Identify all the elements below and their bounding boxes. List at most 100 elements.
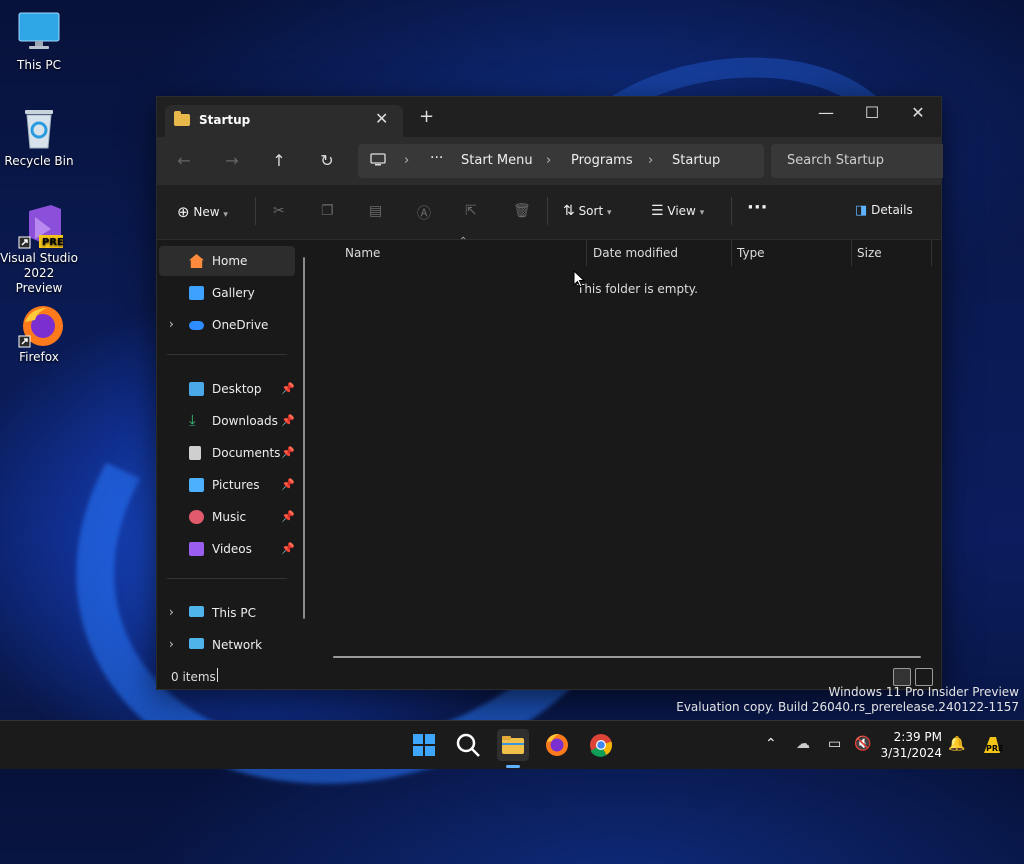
sidebar-item-documents[interactable]: Documents 📌 <box>159 438 295 468</box>
desktop-icon-label: Visual Studio 2022 Preview <box>0 251 78 295</box>
sidebar-item-videos[interactable]: Videos 📌 <box>159 534 295 564</box>
sidebar-item-gallery[interactable]: Gallery <box>159 278 295 308</box>
chrome-taskbar-button[interactable] <box>585 729 617 761</box>
pin-icon[interactable]: 📌 <box>281 382 295 395</box>
taskbar: ⌃ ☁ ▭ 🔇 2:39 PM 3/31/2024 🔔 PRE <box>0 720 1024 769</box>
sidebar-item-music[interactable]: Music 📌 <box>159 502 295 532</box>
onedrive-offline-icon[interactable]: ☁ <box>796 736 810 752</box>
column-header-type[interactable]: Type <box>737 246 765 260</box>
desktop-icon-label: Firefox <box>19 350 59 364</box>
close-tab-button[interactable]: ✕ <box>375 109 388 128</box>
firefox-taskbar-button[interactable] <box>541 729 573 761</box>
sidebar-item-desktop[interactable]: Desktop 📌 <box>159 374 295 404</box>
download-icon: ⤓ <box>189 411 196 429</box>
column-header-name[interactable]: Name <box>345 246 380 260</box>
chevron-right-icon[interactable]: › <box>169 605 174 619</box>
sort-ascending-icon: ⌃ <box>459 236 468 247</box>
cut-icon[interactable]: ✂ <box>273 203 285 219</box>
new-tab-button[interactable]: + <box>419 108 434 126</box>
pin-icon[interactable]: 📌 <box>281 478 295 491</box>
chevron-right-icon[interactable]: › <box>169 317 174 331</box>
chevron-right-icon: › <box>648 153 654 168</box>
network-status-icon[interactable]: ▭ <box>828 736 841 752</box>
desktop-icon-this-pc[interactable]: This PC <box>0 10 78 73</box>
tab-startup[interactable]: Startup ✕ <box>165 105 403 137</box>
search-input[interactable]: Search Startup <box>787 153 884 168</box>
chevron-up-icon[interactable]: ⌃ <box>765 736 777 752</box>
desktop-icon-visual-studio[interactable]: PRE Visual Studio 2022 Preview <box>0 203 78 296</box>
large-icons-view-button[interactable] <box>915 668 933 686</box>
details-view-button[interactable] <box>893 668 911 686</box>
view-button[interactable]: ☰ View ▾ <box>651 203 704 219</box>
item-count: 0 items <box>171 670 216 684</box>
divider <box>547 197 548 225</box>
delete-icon[interactable]: 🗑 <box>513 203 531 219</box>
sidebar-item-downloads[interactable]: ⤓ Downloads 📌 <box>159 406 295 436</box>
new-button[interactable]: ⊕ New ▾ <box>177 203 228 221</box>
clock[interactable]: 2:39 PM 3/31/2024 <box>876 729 942 761</box>
search-box[interactable]: Search Startup <box>771 144 943 178</box>
sidebar-item-this-pc[interactable]: › This PC <box>159 598 295 628</box>
details-button[interactable]: ◨ Details <box>855 203 913 218</box>
tab-title: Startup <box>199 113 251 127</box>
computer-icon <box>370 153 386 171</box>
copilot-preview-icon[interactable]: PRE <box>980 733 1004 757</box>
share-icon[interactable]: ⇱ <box>465 203 477 219</box>
desktop-icon-recycle-bin[interactable]: Recycle Bin <box>0 106 78 169</box>
up-button[interactable]: ↑ <box>268 151 290 170</box>
rename-icon[interactable]: Ⓐ <box>417 203 431 223</box>
breadcrumb-programs[interactable]: Programs <box>571 153 633 168</box>
chevron-right-icon[interactable]: › <box>169 637 174 651</box>
refresh-button[interactable]: ↻ <box>316 151 338 170</box>
start-button[interactable] <box>408 729 440 761</box>
firefox-icon <box>17 302 63 348</box>
sidebar-item-home[interactable]: Home <box>159 246 295 276</box>
videos-icon <box>189 542 204 556</box>
column-divider[interactable] <box>586 240 587 266</box>
horizontal-scrollbar[interactable] <box>333 656 921 658</box>
chevron-down-icon: ▾ <box>223 210 228 220</box>
notification-bell-icon[interactable]: 🔔 <box>948 736 965 752</box>
file-explorer-window: Startup ✕ + — ☐ ✕ ← → ↑ ↻ › ··· Start Me… <box>156 96 943 690</box>
pin-icon[interactable]: 📌 <box>281 414 295 427</box>
sort-icon: ⇅ <box>563 203 575 219</box>
evaluation-watermark: Windows 11 Pro Insider Preview Evaluatio… <box>676 685 1019 714</box>
preview-badge: PRE <box>986 744 1004 753</box>
breadcrumb-startup[interactable]: Startup <box>672 153 720 168</box>
sort-button[interactable]: ⇅ Sort ▾ <box>563 203 612 219</box>
volume-muted-icon[interactable]: 🔇 <box>854 736 871 752</box>
music-icon <box>189 510 204 524</box>
divider <box>731 197 732 225</box>
sidebar-item-pictures[interactable]: Pictures 📌 <box>159 470 295 500</box>
search-button[interactable] <box>452 729 484 761</box>
column-divider[interactable] <box>731 240 732 266</box>
sidebar-item-onedrive[interactable]: › OneDrive <box>159 310 295 340</box>
breadcrumb-start-menu[interactable]: Start Menu <box>461 153 533 168</box>
gallery-icon <box>189 286 204 300</box>
copy-icon[interactable]: ❐ <box>321 203 334 219</box>
back-button[interactable]: ← <box>173 151 195 170</box>
forward-button[interactable]: → <box>221 151 243 170</box>
pin-icon[interactable]: 📌 <box>281 542 295 555</box>
close-window-button[interactable]: ✕ <box>895 103 941 122</box>
sidebar-item-network[interactable]: › Network <box>159 630 295 660</box>
more-locations-button[interactable]: ··· <box>430 150 443 166</box>
network-icon <box>189 638 204 649</box>
paste-icon[interactable]: ▤ <box>369 203 382 219</box>
desktop-icon-firefox[interactable]: Firefox <box>0 302 78 365</box>
pin-icon[interactable]: 📌 <box>281 446 295 459</box>
column-header-size[interactable]: Size <box>857 246 882 260</box>
file-explorer-taskbar-button[interactable] <box>497 729 529 768</box>
pin-icon[interactable]: 📌 <box>281 510 295 523</box>
column-divider[interactable] <box>931 240 932 266</box>
chevron-right-icon: › <box>404 153 410 168</box>
minimize-button[interactable]: — <box>803 103 849 122</box>
maximize-button[interactable]: ☐ <box>849 103 895 122</box>
see-more-button[interactable]: ··· <box>747 197 768 218</box>
desktop-icon-label: This PC <box>17 58 61 72</box>
column-divider[interactable] <box>851 240 852 266</box>
column-header-date-modified[interactable]: Date modified <box>593 246 678 260</box>
sidebar-scrollbar[interactable] <box>303 257 305 619</box>
address-bar[interactable]: › ··· Start Menu › Programs › Startup <box>358 144 764 178</box>
preview-badge: PRE <box>42 237 64 248</box>
